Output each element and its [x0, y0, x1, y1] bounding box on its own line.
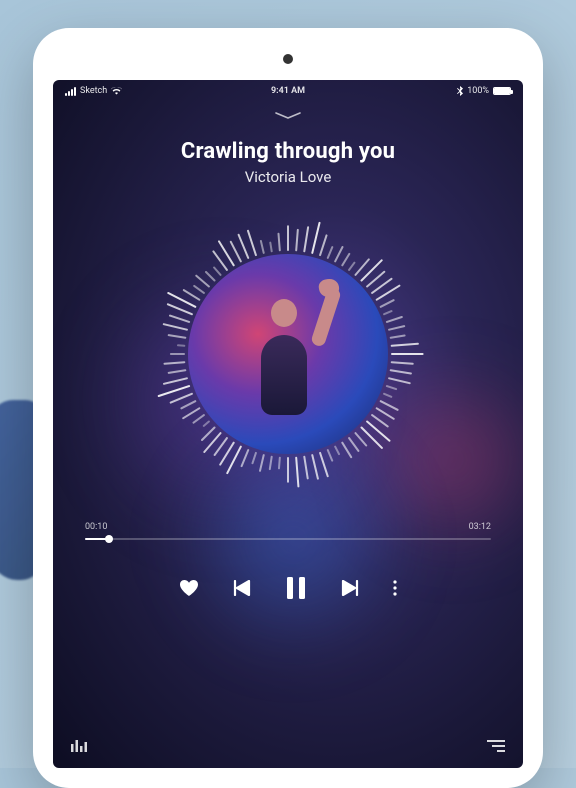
- album-art: [188, 254, 388, 454]
- artist-name: Victoria Love: [53, 168, 523, 186]
- elapsed-time: 00:10: [85, 522, 107, 532]
- battery-percent: 100%: [467, 86, 489, 96]
- next-icon: [341, 580, 359, 596]
- previous-icon: [233, 580, 251, 596]
- progress-thumb: [105, 535, 113, 543]
- more-icon: [393, 580, 397, 596]
- progress-slider[interactable]: [85, 538, 491, 540]
- like-button[interactable]: [179, 579, 199, 597]
- more-button[interactable]: [393, 580, 397, 596]
- status-left: Sketch: [65, 86, 122, 96]
- wifi-icon: [111, 87, 122, 95]
- chevron-down-icon: [274, 111, 302, 121]
- signal-icon: [65, 87, 76, 96]
- pause-icon: [285, 576, 307, 600]
- battery-icon: [493, 87, 511, 95]
- tablet-frame: Sketch 9:41 AM 100% Crawling through you…: [33, 28, 543, 788]
- equalizer-icon: [71, 738, 87, 752]
- equalizer-button[interactable]: [71, 737, 87, 756]
- playback-controls: [53, 576, 523, 600]
- tablet-camera: [283, 54, 293, 64]
- progress-section: 00:10 03:12: [85, 522, 491, 540]
- bottom-bar: [53, 737, 523, 756]
- heart-icon: [179, 579, 199, 597]
- song-title: Crawling through you: [53, 139, 523, 164]
- previous-button[interactable]: [233, 580, 251, 596]
- bluetooth-icon: [457, 86, 463, 96]
- status-bar: Sketch 9:41 AM 100%: [53, 80, 523, 96]
- collapse-button[interactable]: [53, 106, 523, 125]
- menu-button[interactable]: [487, 737, 505, 756]
- status-right: 100%: [457, 86, 511, 96]
- app-screen: Sketch 9:41 AM 100% Crawling through you…: [53, 80, 523, 768]
- menu-icon: [487, 740, 505, 752]
- audio-visualizer: [148, 214, 428, 494]
- album-figure: [239, 285, 329, 415]
- track-header: Crawling through you Victoria Love: [53, 139, 523, 186]
- carrier-label: Sketch: [80, 86, 107, 96]
- duration-time: 03:12: [469, 522, 491, 532]
- pause-button[interactable]: [285, 576, 307, 600]
- status-time: 9:41 AM: [271, 86, 305, 96]
- next-button[interactable]: [341, 580, 359, 596]
